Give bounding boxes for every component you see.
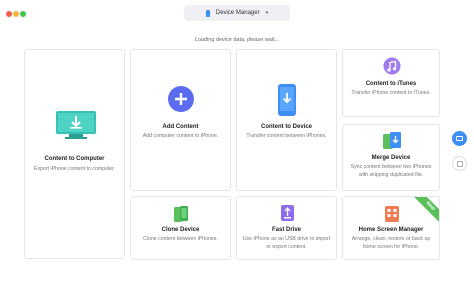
- card-description: Add computer content to iPhone.: [142, 133, 219, 139]
- merge-device-card[interactable]: Merge Device Sync content between two iP…: [342, 124, 440, 191]
- computer-view-button[interactable]: [452, 131, 467, 146]
- minimize-window-icon[interactable]: [13, 11, 19, 17]
- maximize-window-icon[interactable]: [20, 11, 26, 17]
- close-window-icon[interactable]: [6, 11, 12, 17]
- toolbox-button[interactable]: [452, 156, 467, 171]
- new-badge-label: New: [413, 197, 439, 223]
- home-screen-icon: [385, 206, 399, 222]
- clone-phones-icon: [174, 206, 188, 222]
- card-title: Content to Device: [260, 124, 312, 130]
- add-content-card[interactable]: Add Content Add computer content to iPho…: [130, 49, 231, 191]
- content-to-computer-card[interactable]: Content to Computer Export iPhone conten…: [24, 49, 125, 259]
- monitor-icon: [456, 136, 463, 141]
- card-description: Use iPhone as an USB drive to import or …: [242, 236, 331, 250]
- fast-drive-card[interactable]: Fast Drive Use iPhone as an USB drive to…: [236, 196, 337, 260]
- card-description: Transfer content between iPhones.: [246, 133, 327, 139]
- home-screen-manager-card[interactable]: Home Screen Manager Arrange, clean, rest…: [342, 196, 440, 260]
- device-selector-label: Device Manager: [215, 10, 260, 16]
- title-bar: Device Manager ▾: [0, 0, 474, 27]
- card-title: Add Content: [162, 124, 199, 130]
- merge-device-icon: [383, 132, 401, 149]
- card-title: Merge Device: [371, 155, 411, 161]
- card-title: Clone Device: [161, 227, 200, 233]
- card-description: Transfer iPhone content to iTunes.: [351, 90, 431, 96]
- clone-device-card[interactable]: Clone Device Clone content between iPhon…: [130, 196, 231, 260]
- card-description: Clone content between iPhones.: [143, 236, 218, 242]
- card-description: Sync content between two iPhones with sk…: [350, 164, 432, 178]
- monitor-download-icon: [56, 111, 96, 139]
- usb-drive-icon: [281, 205, 294, 221]
- content-to-device-card[interactable]: Content to Device Transfer content betwe…: [236, 49, 337, 191]
- music-note-icon: [383, 57, 401, 75]
- chevron-down-icon: ▾: [265, 10, 269, 16]
- content-to-itunes-card[interactable]: Content to iTunes Transfer iPhone conten…: [342, 49, 440, 117]
- card-title: Fast Drive: [271, 227, 301, 233]
- card-title: Content to iTunes: [365, 81, 417, 87]
- card-title: Home Screen Manager: [358, 227, 424, 233]
- loading-status: Loading device data, please wait...: [194, 37, 280, 43]
- device-selector[interactable]: Device Manager ▾: [184, 5, 290, 21]
- card-description: Arrange, clean, restore or back up home …: [351, 236, 431, 250]
- phone-download-icon: [278, 84, 296, 116]
- card-title: Content to Computer: [44, 156, 105, 162]
- plus-circle-icon: [168, 86, 194, 112]
- new-badge: New: [413, 197, 439, 223]
- card-description: Export iPhone content to computer.: [33, 166, 116, 172]
- phone-icon: [205, 9, 210, 17]
- toolbox-icon: [457, 161, 463, 167]
